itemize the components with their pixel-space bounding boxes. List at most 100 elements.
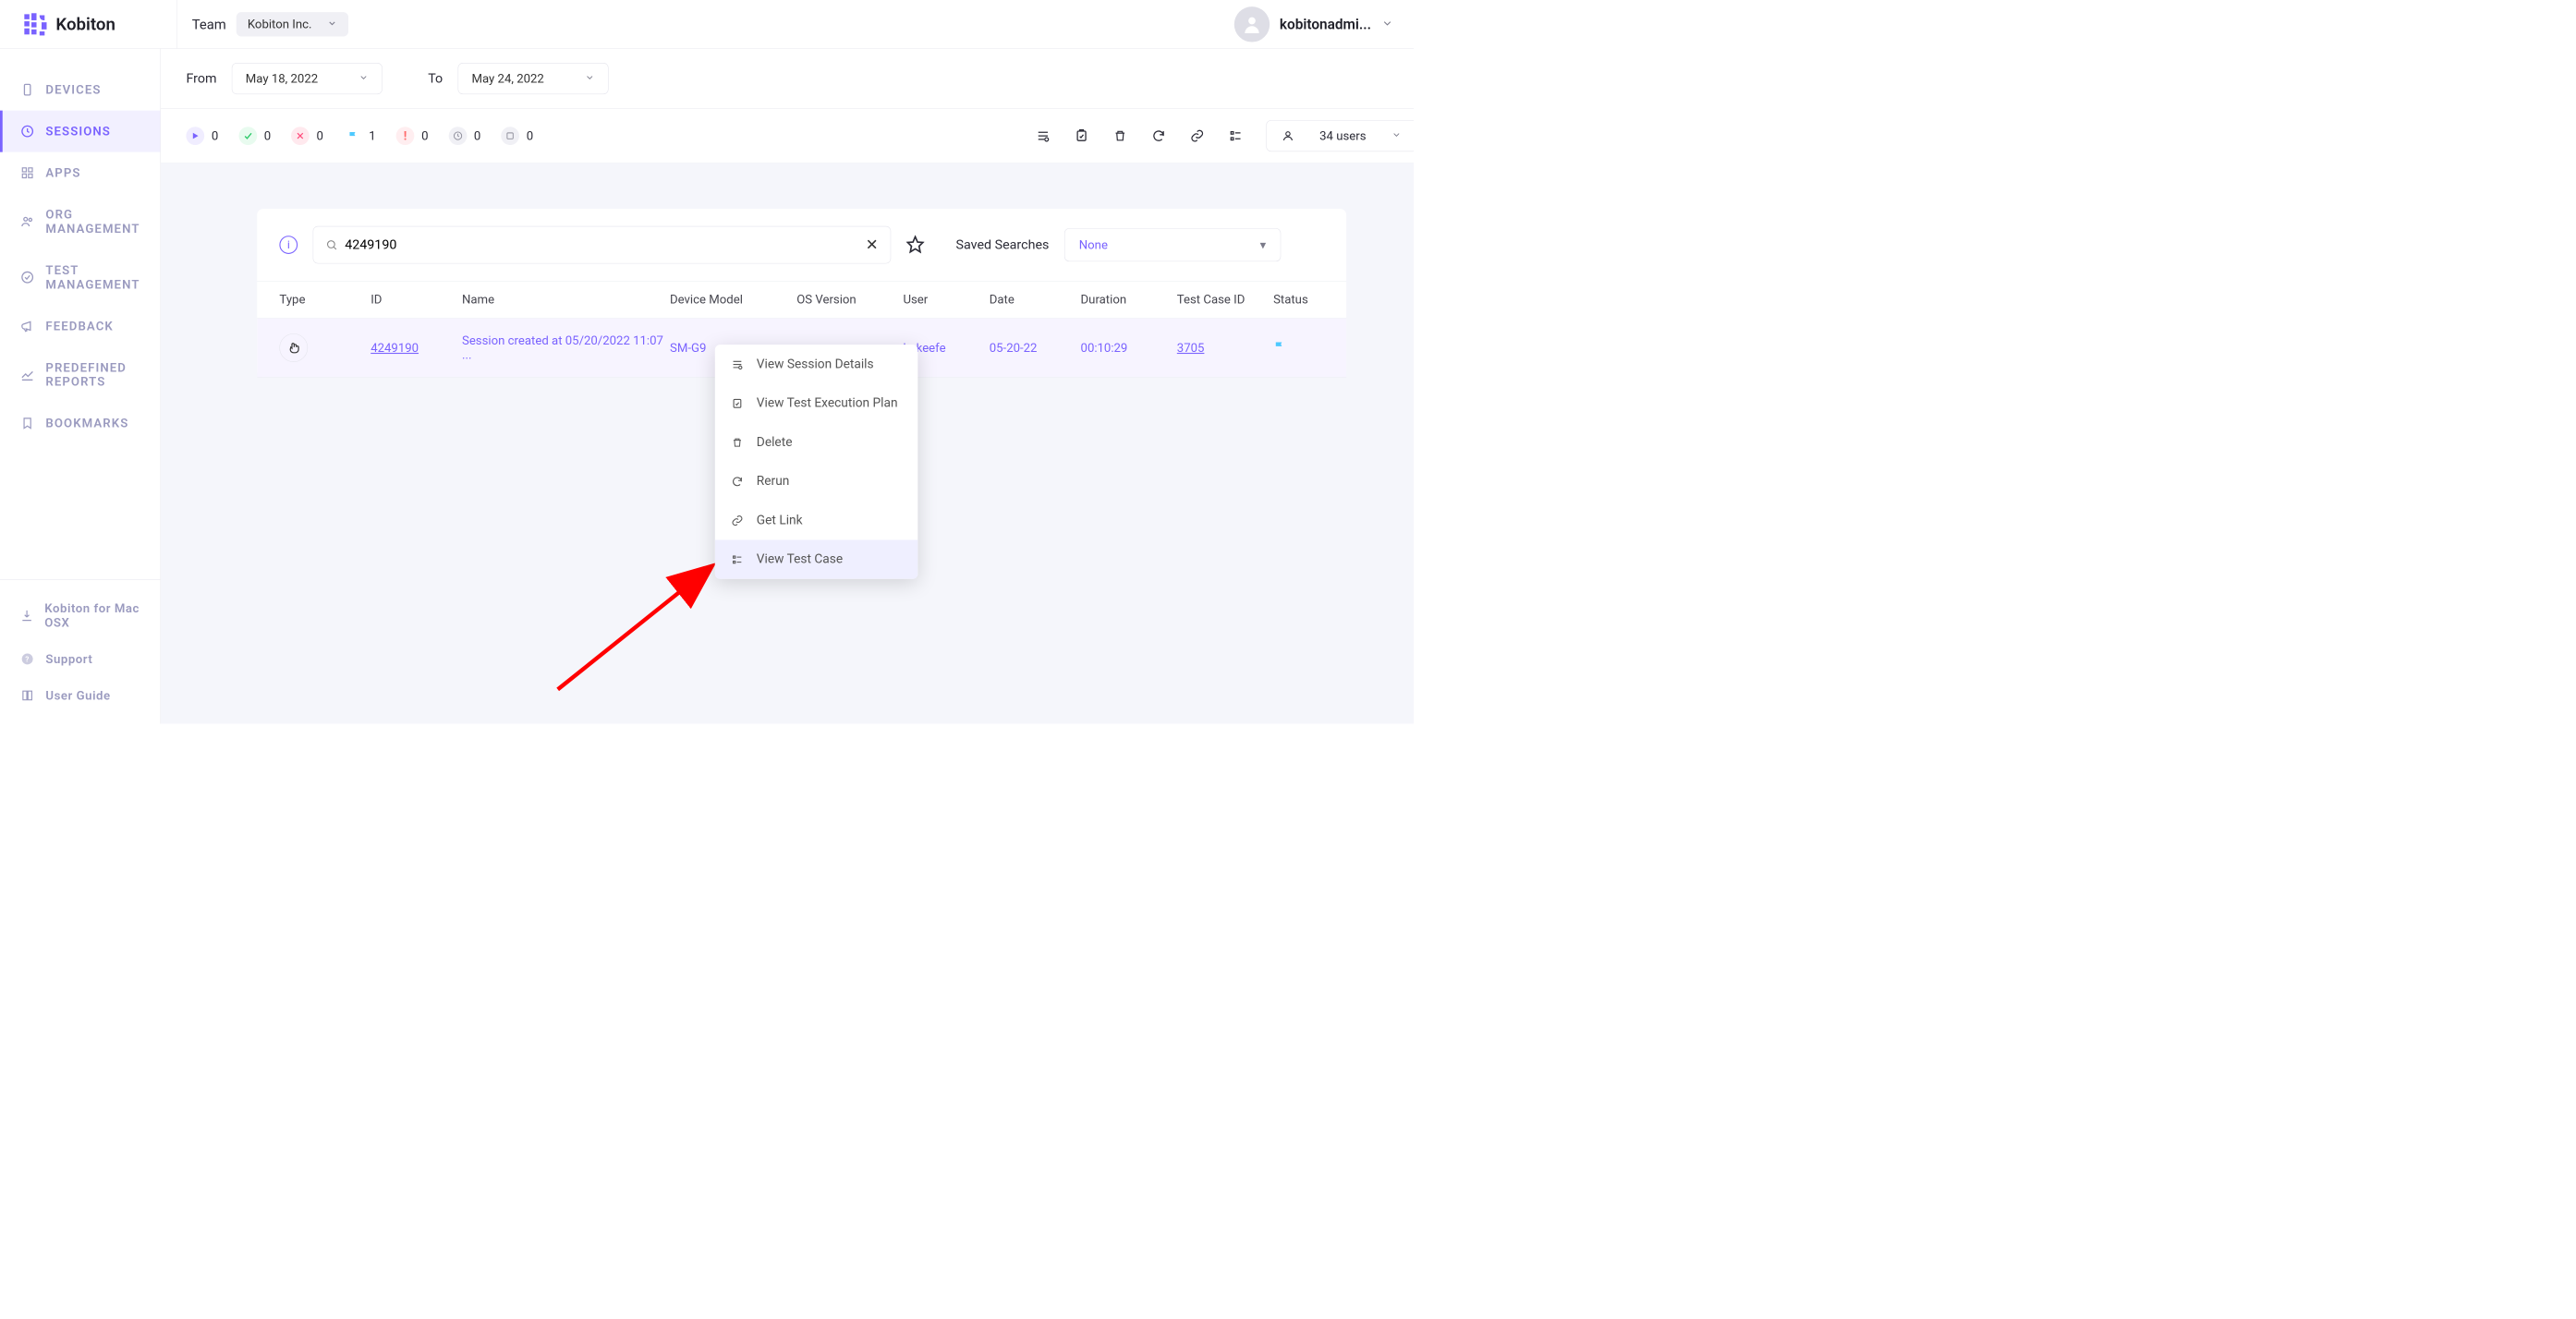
flag-icon	[344, 127, 362, 145]
rerun-tool-icon[interactable]	[1150, 127, 1167, 144]
sidebar-item-reports[interactable]: PREDEFINED REPORTS	[0, 346, 160, 402]
users-filter[interactable]: 34 users	[1267, 120, 1415, 151]
cm-delete[interactable]: Delete	[715, 423, 918, 462]
sidebar-item-devices[interactable]: DEVICES	[0, 69, 160, 111]
manual-session-icon	[279, 333, 308, 362]
sidebar-item-label: SESSIONS	[45, 124, 111, 138]
chevron-down-icon	[327, 17, 337, 30]
team-select[interactable]: Kobiton Inc.	[237, 12, 348, 36]
info-icon[interactable]: i	[279, 236, 298, 254]
sidebar-bottom-guide[interactable]: User Guide	[0, 677, 160, 714]
col-testcase: Test Case ID	[1177, 293, 1273, 307]
to-date-select[interactable]: May 24, 2022	[458, 63, 609, 94]
sidebar-bottom-label: User Guide	[45, 688, 110, 702]
trash-icon	[730, 435, 744, 449]
stat-timeout[interactable]: 0	[448, 127, 480, 145]
users-icon	[20, 214, 34, 228]
chevron-down-icon	[1381, 17, 1393, 30]
cm-getlink[interactable]: Get Link	[715, 501, 918, 539]
brand-name: Kobiton	[55, 14, 115, 34]
sidebar-item-label: FEEDBACK	[45, 319, 113, 333]
stop-icon	[501, 127, 519, 145]
col-device: Device Model	[670, 293, 796, 307]
team-selected: Kobiton Inc.	[248, 17, 312, 30]
testcase-tool-icon[interactable]	[1228, 127, 1245, 144]
sidebar-bottom-mac[interactable]: Kobiton for Mac OSX	[0, 590, 160, 641]
link-icon	[730, 514, 744, 527]
from-date-select[interactable]: May 18, 2022	[232, 63, 383, 94]
avatar	[1234, 6, 1270, 42]
clear-search-icon[interactable]: ✕	[866, 236, 879, 253]
sidebar-bottom-label: Support	[45, 652, 92, 666]
cm-rerun[interactable]: Rerun	[715, 462, 918, 501]
cell-testcase[interactable]: 3705	[1177, 341, 1205, 355]
sidebar-item-feedback[interactable]: FEEDBACK	[0, 305, 160, 346]
cell-duration: 00:10:29	[1081, 341, 1177, 355]
download-icon	[20, 609, 33, 623]
stat-running[interactable]: 0	[186, 127, 218, 145]
star-icon[interactable]	[906, 236, 926, 255]
sidebar-item-label: PREDEFINED REPORTS	[45, 360, 140, 389]
cm-view-plan[interactable]: View Test Execution Plan	[715, 383, 918, 422]
svg-text:?: ?	[25, 655, 30, 664]
cm-view-testcase[interactable]: View Test Case	[715, 539, 918, 578]
cm-label: Get Link	[757, 513, 803, 527]
stat-flagged[interactable]: 1	[344, 127, 376, 145]
search-box: ✕	[313, 226, 892, 264]
chart-icon	[20, 368, 34, 381]
clock-icon	[448, 127, 467, 145]
link-tool-icon[interactable]	[1189, 127, 1206, 144]
chevron-down-icon	[358, 71, 369, 85]
x-icon	[291, 127, 310, 145]
sidebar-bottom-label: Kobiton for Mac OSX	[44, 601, 140, 630]
sidebar-bottom-support[interactable]: ? Support	[0, 641, 160, 678]
chevron-down-icon	[1391, 128, 1402, 142]
details-icon	[730, 357, 744, 371]
stat-passed[interactable]: 0	[238, 127, 271, 145]
cell-id[interactable]: 4249190	[371, 341, 419, 355]
brand-logo[interactable]: Kobiton	[24, 13, 115, 35]
saved-searches-select[interactable]: None ▾	[1064, 228, 1281, 261]
sidebar-item-org[interactable]: ORG MANAGEMENT	[0, 194, 160, 249]
saved-searches-value: None	[1079, 237, 1108, 251]
logo-icon	[24, 13, 46, 35]
from-label: From	[186, 71, 216, 86]
cm-view-session[interactable]: View Session Details	[715, 345, 918, 383]
user-menu[interactable]: kobitonadmi...	[1234, 6, 1394, 42]
details-tool-icon[interactable]	[1035, 127, 1051, 144]
cm-label: View Test Execution Plan	[757, 396, 898, 411]
testcase-icon	[730, 552, 744, 566]
sidebar-item-label: BOOKMARKS	[45, 417, 128, 430]
search-input[interactable]	[338, 237, 866, 252]
user-icon	[1282, 129, 1294, 141]
cm-label: View Test Case	[757, 552, 843, 567]
sidebar-item-label: TEST MANAGEMENT	[45, 263, 140, 292]
stat-terminated[interactable]: 0	[501, 127, 533, 145]
grid-icon	[20, 165, 34, 179]
col-date: Date	[990, 293, 1081, 307]
user-name: kobitonadmi...	[1280, 16, 1371, 32]
plan-tool-icon[interactable]	[1074, 127, 1090, 144]
stat-error[interactable]: !0	[396, 127, 429, 145]
sidebar-item-bookmarks[interactable]: BOOKMARKS	[0, 403, 160, 444]
sidebar-item-apps[interactable]: APPS	[0, 152, 160, 194]
sidebar-item-test[interactable]: TEST MANAGEMENT	[0, 249, 160, 305]
table-header: Type ID Name Device Model OS Version Use…	[257, 281, 1346, 319]
col-id: ID	[371, 293, 462, 307]
play-icon	[186, 127, 204, 145]
saved-searches-label: Saved Searches	[956, 237, 1050, 252]
stat-failed[interactable]: 0	[291, 127, 323, 145]
book-icon	[20, 688, 34, 702]
col-duration: Duration	[1081, 293, 1177, 307]
col-status: Status	[1273, 293, 1324, 307]
cell-name: Session created at 05/20/2022 11:07 ...	[462, 333, 670, 362]
search-icon	[325, 238, 337, 250]
sidebar-item-sessions[interactable]: SESSIONS	[0, 111, 160, 152]
col-name: Name	[462, 293, 670, 307]
delete-tool-icon[interactable]	[1112, 127, 1129, 144]
device-icon	[20, 82, 34, 96]
col-type: Type	[279, 293, 371, 307]
megaphone-icon	[20, 319, 34, 333]
col-os: OS Version	[796, 293, 903, 307]
refresh-icon	[730, 474, 744, 488]
